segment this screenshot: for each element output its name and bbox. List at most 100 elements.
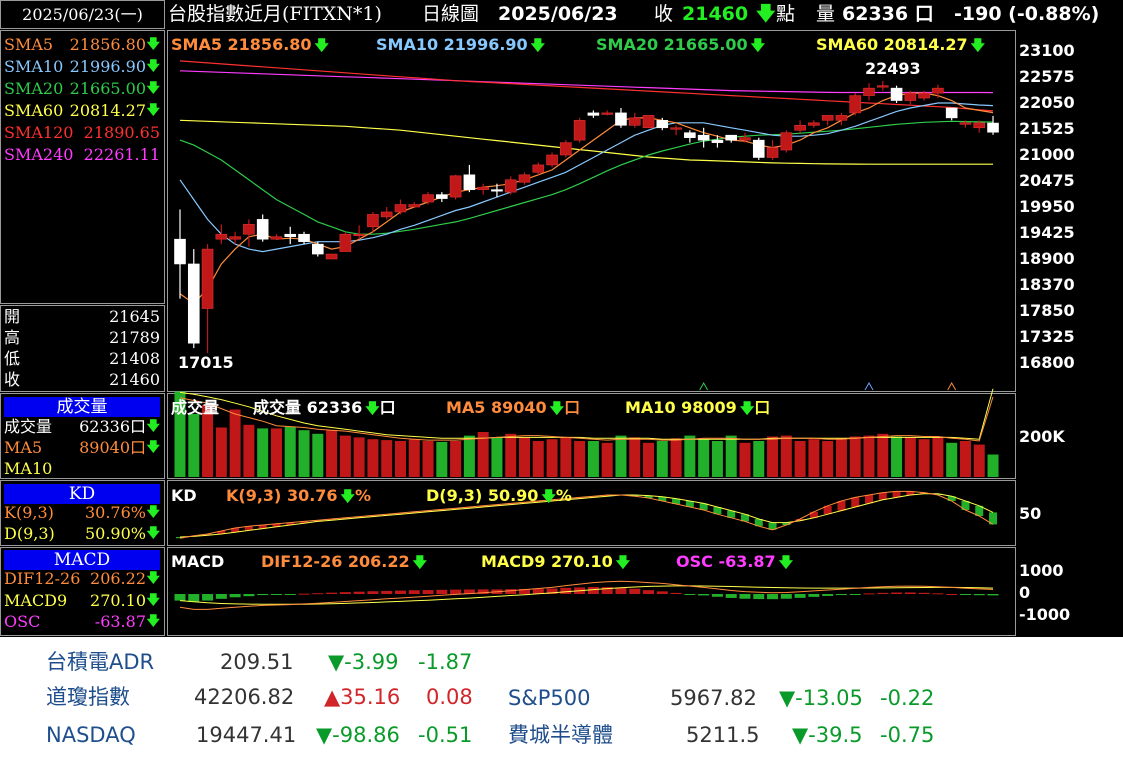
ticker-change: ▼-13.05 (779, 686, 863, 710)
volume-bar (711, 441, 723, 477)
osc-bar (188, 594, 200, 602)
volume-bar (436, 441, 448, 477)
down-arrow-icon: 🡇 (340, 489, 355, 505)
candle-body (656, 120, 669, 129)
volume-bar (822, 441, 834, 477)
candle-body (436, 194, 448, 199)
down-arrow-icon: 🡇 (739, 401, 755, 417)
stock-chart-app: {"header":{"date":"2025/06/23(一)","title… (0, 0, 1123, 762)
legend-item: MA5 89040 🡇口 (446, 398, 580, 419)
legend-item: 成交量 (171, 398, 219, 418)
high-annotation: 22493 (865, 59, 921, 78)
ticker-pct: -0.51 (418, 723, 473, 747)
candle-body (187, 263, 200, 344)
candle-body (752, 139, 765, 158)
osc-bar (229, 594, 241, 598)
legend-text: MA5 89040 (446, 398, 547, 417)
osc-bar (339, 592, 351, 594)
candle-body (546, 154, 558, 166)
candle-body (174, 238, 186, 265)
volume-bar (243, 424, 255, 477)
down-arrow-icon: 🡇 (541, 489, 556, 505)
ticker-name: NASDAQ (46, 723, 136, 747)
volume-bar (422, 441, 434, 477)
volume-bar (339, 435, 351, 477)
candle-body (518, 174, 531, 183)
osc-bar (436, 589, 448, 594)
osc-bar (629, 588, 641, 594)
legend-text: K(9,3) 30.76 (226, 486, 338, 505)
volume-bar (560, 437, 572, 477)
ticker-name: 道瓊指數 (46, 685, 130, 709)
ticker-pct: -1.87 (418, 650, 473, 674)
legend-item: 成交量 62336 🡇口 (253, 398, 396, 419)
candle-body (532, 164, 545, 173)
osc-bar (202, 594, 214, 601)
candle-body (560, 142, 572, 156)
price-tick-label: 22575 (1019, 67, 1075, 86)
macd-tick-label: -1000 (1019, 605, 1071, 624)
legend-item: SMA10 21996.90 🡇 (376, 35, 545, 56)
osc-bar (959, 594, 971, 595)
volume-bar (849, 436, 861, 477)
osc-bar (877, 592, 889, 594)
down-arrow-icon: 🡇 (314, 38, 329, 54)
candle-body (463, 174, 476, 190)
osc-bar (780, 594, 792, 599)
osc-bar (656, 591, 668, 594)
legend-text: 成交量 (171, 398, 220, 417)
down-arrow-icon: 🡇 (365, 401, 380, 417)
legend-text: D(9,3) 50.90 (426, 486, 539, 505)
legend-item: K(9,3) 30.76 🡇% (226, 486, 371, 507)
sma20-line (179, 120, 994, 235)
volume-bar (574, 441, 586, 477)
price-tick-label: 18900 (1019, 249, 1075, 268)
ticker-pct: 0.08 (426, 685, 473, 709)
volume-bar (257, 428, 269, 477)
down-arrow-icon: 🡇 (970, 38, 986, 54)
signal-marker-icon (947, 381, 957, 391)
candle-body (684, 132, 696, 138)
legend-suffix: 口 (564, 398, 581, 417)
legend-text: 成交量 62336 (253, 398, 363, 417)
volume-bar (835, 438, 847, 477)
macd-tick-label: 0 (1019, 583, 1031, 602)
volume-bar (656, 441, 668, 477)
volume-bar (725, 435, 737, 477)
legend-item: D(9,3) 50.90 🡇% (426, 486, 572, 507)
volume-bar (381, 440, 393, 477)
ticker-name: S&P500 (508, 686, 591, 710)
down-arrow-icon: 🡇 (549, 401, 565, 417)
legend-suffix: 口 (379, 398, 396, 417)
candle-body (311, 243, 324, 255)
osc-bar (615, 587, 627, 594)
osc-bar (257, 594, 269, 596)
ticker-price: 19447.41 (196, 723, 297, 747)
osc-bar (215, 594, 227, 599)
candle-body (201, 248, 214, 309)
volume-bar (367, 439, 379, 477)
price-tick-label: 20475 (1019, 171, 1075, 190)
legend-item: SMA5 21856.80 🡇 (171, 35, 329, 56)
low-annotation: 17015 (178, 353, 234, 372)
candle-body (959, 122, 972, 125)
ticker-price: 42206.82 (194, 685, 295, 709)
candle-body (229, 236, 241, 240)
price-tick-label: 22050 (1019, 93, 1075, 112)
legend-item: MA10 98009 🡇口 (625, 398, 770, 419)
candle-body (408, 204, 421, 208)
down-arrow-icon: 🡇 (750, 38, 766, 54)
legend-suffix: % (555, 486, 572, 505)
osc-bar (698, 594, 710, 596)
volume-bar (946, 442, 958, 477)
legend-text: MACD (171, 552, 225, 571)
volume-bar (270, 428, 282, 477)
ticker-pct: -0.75 (880, 723, 935, 747)
candle-body (739, 137, 751, 141)
osc-bar (794, 594, 806, 598)
candle-body (367, 214, 379, 228)
osc-bar (670, 592, 682, 594)
osc-bar (174, 594, 186, 601)
osc-bar (408, 590, 420, 594)
osc-bar (904, 592, 916, 594)
